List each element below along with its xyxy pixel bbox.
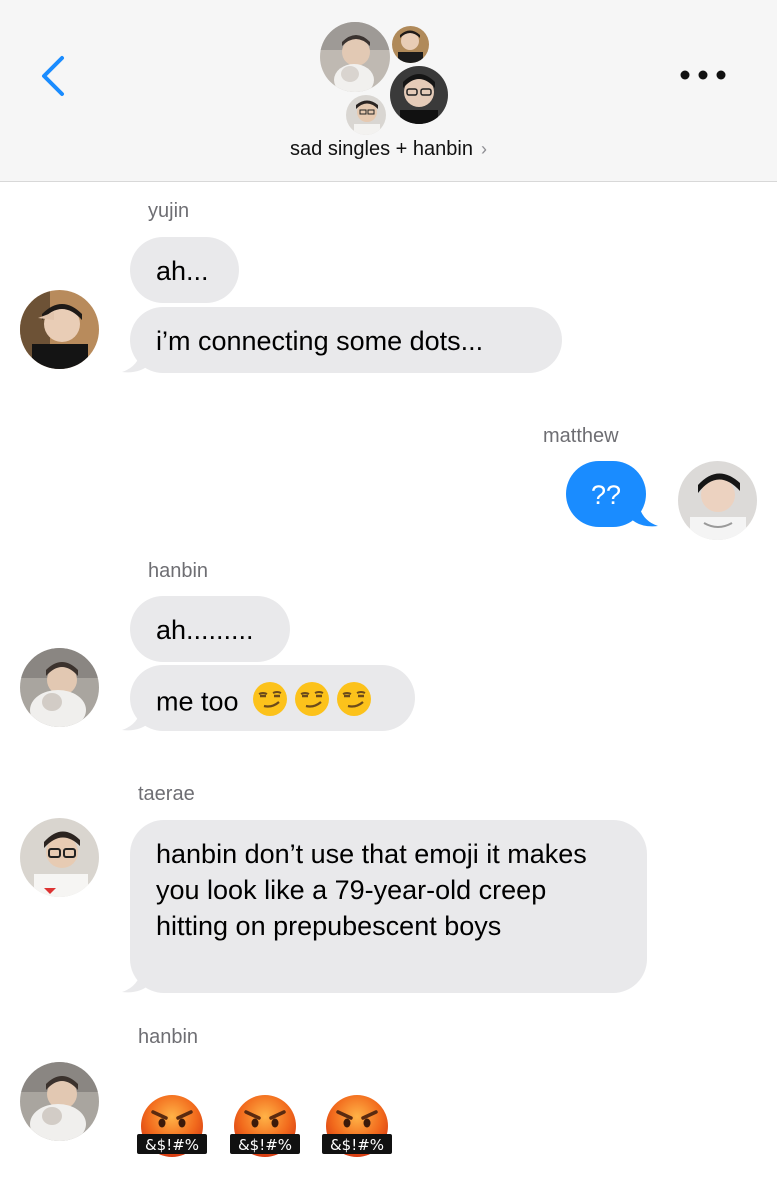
group-name-button[interactable]: sad singles + hanbin › bbox=[0, 138, 777, 161]
bubble-tail bbox=[122, 704, 150, 731]
message-bubble[interactable]: ah......... bbox=[130, 596, 290, 662]
message-bubble[interactable]: me too bbox=[130, 665, 415, 731]
avatar-yujin bbox=[20, 290, 99, 369]
message-text: me too bbox=[156, 686, 239, 717]
group-avatar-1 bbox=[320, 22, 390, 92]
chevron-right-icon: › bbox=[480, 139, 487, 159]
avatar-matthew bbox=[678, 461, 757, 540]
group-avatar-3 bbox=[390, 66, 448, 124]
back-button[interactable] bbox=[34, 52, 74, 100]
sender-name-matthew: matthew bbox=[543, 425, 619, 447]
face-with-symbols-on-mouth-emoji-icon[interactable]: &$!#% bbox=[133, 1090, 211, 1158]
smirking-face-emoji-icon bbox=[336, 681, 372, 726]
bubble-tail bbox=[630, 500, 658, 527]
ellipsis-icon bbox=[680, 70, 726, 80]
avatar-hanbin bbox=[20, 1062, 99, 1141]
group-name: sad singles + hanbin bbox=[290, 138, 473, 160]
censor-text: &$!#% bbox=[238, 1136, 292, 1154]
chat-header: sad singles + hanbin › bbox=[0, 0, 777, 182]
sender-name-hanbin: hanbin bbox=[148, 560, 209, 582]
sender-name-hanbin: hanbin bbox=[138, 1026, 199, 1048]
message-bubble[interactable]: hanbin don’t use that emoji it makes you… bbox=[130, 820, 647, 993]
message-bubble[interactable]: ah... bbox=[130, 237, 239, 303]
bubble-tail bbox=[122, 346, 150, 373]
censor-text: &$!#% bbox=[330, 1136, 384, 1154]
avatar-taerae bbox=[20, 818, 99, 897]
bubble-tail bbox=[122, 966, 150, 993]
smirking-face-emoji-icon bbox=[252, 681, 288, 726]
censor-text: &$!#% bbox=[145, 1136, 199, 1154]
face-with-symbols-on-mouth-emoji-icon[interactable]: &$!#% bbox=[318, 1090, 396, 1158]
smirking-face-emoji-icon bbox=[294, 681, 330, 726]
message-bubble[interactable]: i’m connecting some dots... bbox=[130, 307, 562, 373]
face-with-symbols-on-mouth-emoji-icon[interactable]: &$!#% bbox=[226, 1090, 304, 1158]
more-options-button[interactable] bbox=[676, 60, 730, 90]
sender-name-yujin: yujin bbox=[148, 200, 190, 222]
sender-name-taerae: taerae bbox=[138, 783, 195, 805]
group-avatar-2 bbox=[392, 26, 429, 63]
avatar-hanbin bbox=[20, 648, 99, 727]
chevron-left-icon bbox=[42, 56, 64, 96]
group-avatar-4 bbox=[346, 95, 386, 135]
